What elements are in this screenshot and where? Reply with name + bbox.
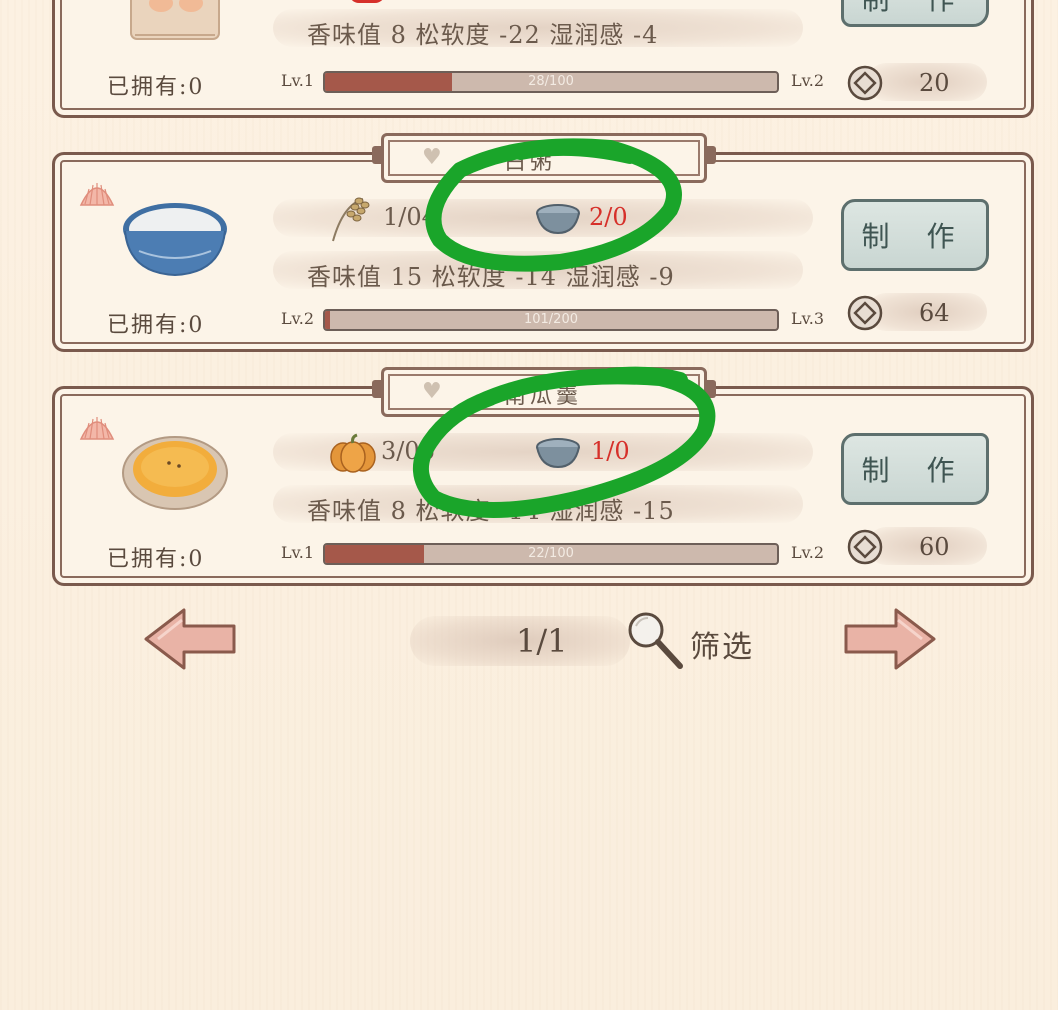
magnifier-icon[interactable] xyxy=(622,608,686,672)
recipe-title-tab: ♥ 白粥 xyxy=(372,133,716,183)
progress-text: 28/100 xyxy=(528,74,574,89)
price-value: 64 xyxy=(919,299,950,327)
pumpkin-soup-icon xyxy=(122,436,228,510)
page-indicator: 1/1 xyxy=(516,622,568,660)
tofu-dish-icon xyxy=(127,0,223,45)
bowl-icon xyxy=(536,438,580,469)
ingredient-count: 1/04 xyxy=(383,203,437,231)
price-value: 60 xyxy=(919,533,950,561)
rice-stalk-icon xyxy=(332,197,370,242)
recipe-card-2: ♥ 白粥 1/04 2/0 香味值 15 松软度 -14 湿润感 -9 已拥有:… xyxy=(52,133,1034,352)
ingredient-count: 1/0 xyxy=(591,437,630,465)
owned-count: 已拥有:0 xyxy=(107,75,205,100)
rice-porridge-icon xyxy=(123,203,227,277)
level-to: Lv.2 xyxy=(791,543,825,562)
stats-row: 香味值 8 松软度 -14 湿润感 -15 xyxy=(273,485,803,525)
level-to: Lv.3 xyxy=(791,309,825,328)
recipe-title-tab: ♥ 南瓜羹 xyxy=(372,367,716,417)
progress-bar: 28/100 xyxy=(323,71,779,93)
progress-bar: 22/100 xyxy=(323,543,779,565)
make-button[interactable]: 制 作 xyxy=(841,0,989,27)
ingredient-count: 3/06 xyxy=(381,437,435,465)
ingredient-row: 1/04 2/0 xyxy=(273,197,813,242)
recipe-card-3: ♥ 南瓜羹 3/06 1/0 香味值 8 松软度 -14 湿润感 -15 已拥有… xyxy=(52,367,1034,586)
bowl-icon xyxy=(536,204,580,235)
make-button[interactable]: 制 作 xyxy=(841,433,989,505)
progress-text: 101/200 xyxy=(523,312,578,327)
owned-count: 已拥有:0 xyxy=(107,313,205,338)
stats-row: 香味值 8 松软度 -22 湿润感 -4 xyxy=(273,9,803,49)
shell-icon xyxy=(79,417,115,440)
coin-icon xyxy=(847,529,883,565)
coin-icon xyxy=(847,295,883,331)
ingredient-count: 2/0 xyxy=(589,203,628,231)
level-to: Lv.2 xyxy=(791,71,825,90)
progress-bar: 101/200 xyxy=(323,309,779,331)
next-page-arrow-icon[interactable] xyxy=(842,606,938,672)
stats-row: 香味值 15 松软度 -14 湿润感 -9 xyxy=(273,251,803,291)
coin-icon xyxy=(847,65,883,101)
level-from: Lv.2 xyxy=(281,309,315,328)
owned-count: 已拥有:0 xyxy=(107,547,205,572)
favorite-heart-icon[interactable]: ♥ xyxy=(422,145,442,170)
pumpkin-icon xyxy=(330,433,376,473)
make-button[interactable]: 制 作 xyxy=(841,199,989,271)
shell-icon xyxy=(79,183,115,206)
filter-button[interactable]: 筛选 xyxy=(690,622,754,666)
recipe-title: 南瓜羹 xyxy=(504,384,583,409)
ingredient-row: 3/06 1/0 xyxy=(273,433,813,475)
level-from: Lv.1 xyxy=(281,71,315,90)
level-from: Lv.1 xyxy=(281,543,315,562)
price: 20 xyxy=(847,63,987,101)
stats-text: 香味值 8 松软度 -14 湿润感 -15 xyxy=(307,497,675,525)
chili-icon xyxy=(349,0,385,3)
stats-text: 香味值 8 松软度 -22 湿润感 -4 xyxy=(307,21,659,49)
price: 64 xyxy=(847,293,987,331)
stats-text: 香味值 15 松软度 -14 湿润感 -9 xyxy=(307,263,675,291)
recipe-card-1: 香味值 8 松软度 -22 湿润感 -4 已拥有:0 Lv.1 28/100 L… xyxy=(52,0,1034,118)
price-value: 20 xyxy=(919,69,950,97)
prev-page-arrow-icon[interactable] xyxy=(142,606,238,672)
recipe-title: 白粥 xyxy=(504,150,557,175)
progress-text: 22/100 xyxy=(528,546,574,561)
price: 60 xyxy=(847,527,987,565)
favorite-heart-icon[interactable]: ♥ xyxy=(422,379,442,404)
